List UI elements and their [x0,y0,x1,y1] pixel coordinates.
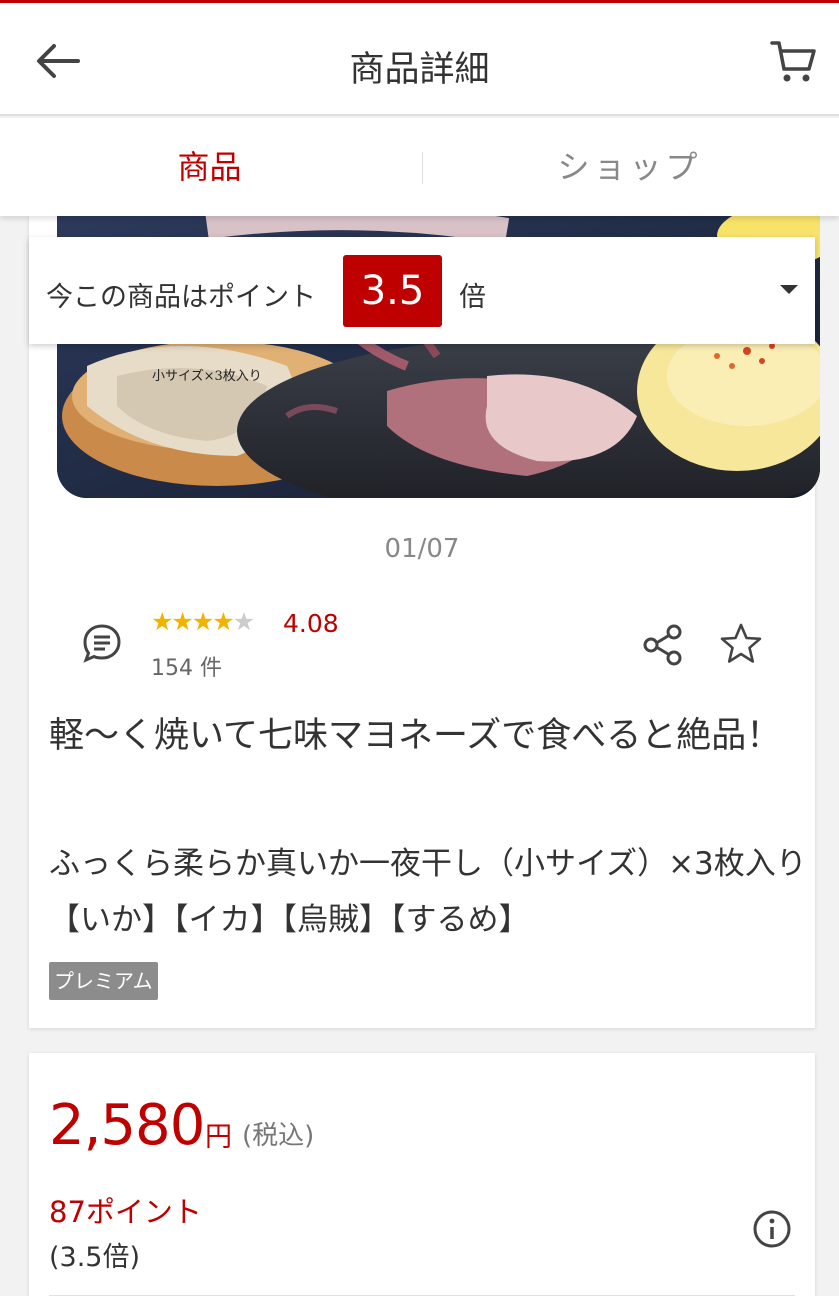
star-filled-icon: ★ [171,607,193,636]
points-earned: 87ポイント [49,1195,202,1229]
image-counter: 01/07 [384,534,460,564]
price-card: 2,580 円 (税込) 87ポイント (3.5倍) [29,1053,815,1296]
points-banner-suffix: 倍 [459,282,486,313]
rating-score[interactable]: 4.08 [283,609,339,638]
star-filled-icon: ★ [151,607,173,636]
price-amount: 2,580 [49,1093,205,1158]
review-count[interactable]: 154 件 [151,650,222,682]
catch-copy: 軽〜く焼いて七味マヨネーズで食べると絶品！ [49,716,782,756]
tab-bar: 商品 ショップ [0,118,839,216]
app-header: 商品詳細 [0,3,839,116]
points-multiplier: (3.5倍) [49,1242,141,1273]
star-filled-icon: ★ [191,607,214,636]
star-outline-icon[interactable] [719,622,763,666]
info-icon[interactable] [752,1209,792,1249]
page-title: 商品詳細 [349,50,490,90]
price-unit: 円 [205,1122,232,1153]
points-campaign-banner[interactable]: 今この商品はポイント 3.5 倍 [29,237,815,344]
points-banner-prefix: 今この商品はポイント [46,282,316,313]
share-icon[interactable] [641,623,685,667]
rating-stars: ★★★★★ [151,607,255,636]
product-name: ふっくら柔らか真いか一夜干し（小サイズ）×3枚入り【いか】【イカ】【烏賊】【する… [49,846,807,938]
star-filled-icon: ★ [212,607,234,636]
image-caption: 小サイズ×3枚入り [152,368,262,384]
points-multiplier-badge: 3.5 [343,255,442,327]
price-tax-label: (税込) [242,1121,315,1151]
review-bubble-icon[interactable] [82,623,122,663]
caret-down-icon[interactable] [780,285,798,294]
cart-icon[interactable] [769,37,817,85]
star-empty-icon: ★ [232,607,255,636]
tab-product[interactable]: 商品 [0,118,419,216]
tab-shop[interactable]: ショップ [420,118,839,216]
premium-badge: プレミアム [49,962,158,1000]
